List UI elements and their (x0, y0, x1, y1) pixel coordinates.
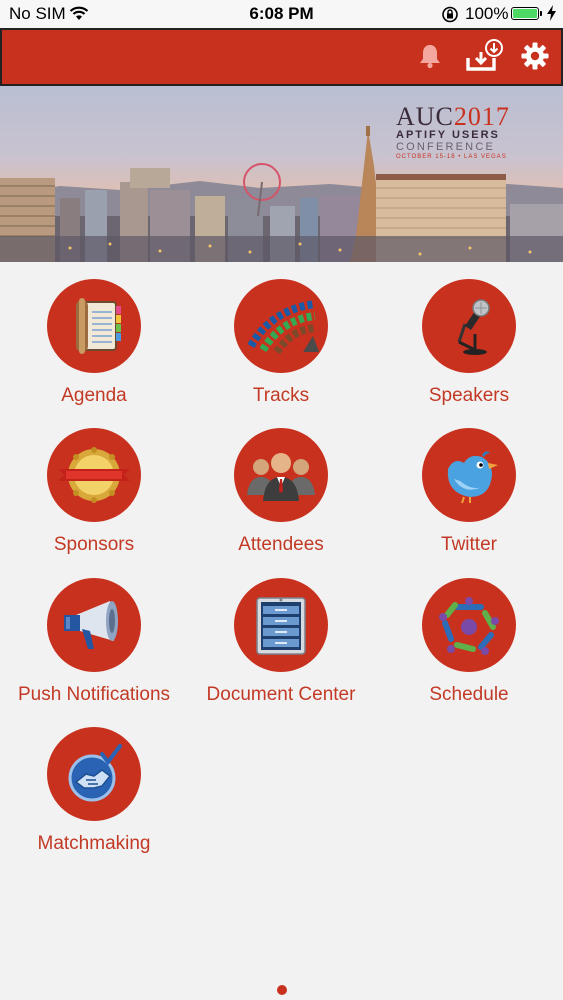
menu-item-schedule[interactable]: Schedule (375, 578, 563, 706)
battery-percent: 100% (465, 4, 509, 23)
rotation-lock-icon (441, 6, 459, 28)
menu-item-twitter[interactable]: Twitter (375, 428, 563, 556)
menu-item-label: Schedule (429, 684, 509, 705)
menu-item-label: Matchmaking (37, 833, 151, 854)
menu-item-label: Attendees (238, 534, 324, 555)
menu-item-speakers[interactable]: Speakers (375, 279, 563, 407)
menu-item-matchmaking[interactable]: Matchmaking (0, 727, 188, 855)
tracks-icon (234, 279, 328, 373)
battery-icon (511, 7, 539, 20)
menu-item-attendees[interactable]: Attendees (187, 428, 375, 556)
settings-button[interactable] (515, 38, 555, 78)
download-button[interactable] (464, 38, 504, 78)
handshake-icon (47, 727, 141, 821)
twitter-bird-icon (422, 428, 516, 522)
status-bar: No SIM 6:08 PM 100% (0, 0, 563, 28)
page-indicator-dot (277, 985, 287, 995)
logo-acronym: AUC (396, 102, 454, 131)
app-header (0, 28, 563, 86)
menu-item-label: Tracks (252, 385, 310, 406)
bell-icon (416, 42, 444, 75)
menu-item-label: Sponsors (53, 534, 135, 555)
schedule-icon (422, 578, 516, 672)
menu-item-label: Twitter (441, 534, 497, 555)
charging-bolt-icon (547, 5, 556, 26)
notifications-button[interactable] (410, 38, 450, 78)
battery-tip (540, 11, 542, 16)
logo-year: 2017 (453, 102, 510, 131)
menu-item-label: Agenda (61, 385, 127, 406)
menu-item-document-center[interactable]: Document Center (187, 578, 375, 706)
file-cabinet-icon (234, 578, 328, 672)
conference-banner: AUC2017 APTIFY USERS CONFERENCE OCTOBER … (0, 86, 563, 262)
menu-item-tracks[interactable]: Tracks (187, 279, 375, 407)
menu-item-sponsors[interactable]: Sponsors (0, 428, 188, 556)
megaphone-icon (47, 578, 141, 672)
logo-dates: OCTOBER 15-18 • LAS VEGAS (396, 154, 507, 160)
agenda-icon (47, 279, 141, 373)
menu-item-push-notifications[interactable]: Push Notifications (0, 578, 188, 706)
logo-line-2: APTIFY USERS (396, 129, 500, 141)
menu-item-label: Speakers (428, 385, 510, 406)
people-icon (234, 428, 328, 522)
logo-line-3: CONFERENCE (396, 141, 496, 153)
microphone-icon (422, 279, 516, 373)
menu-item-agenda[interactable]: Agenda (0, 279, 188, 407)
sponsor-badge-icon (47, 428, 141, 522)
gear-icon (520, 41, 550, 76)
conference-logo: AUC2017 APTIFY USERS CONFERENCE OCTOBER … (396, 102, 546, 160)
menu-item-label: Document Center (206, 684, 356, 705)
menu-item-label: Push Notifications (17, 684, 171, 705)
download-icon (464, 36, 504, 81)
